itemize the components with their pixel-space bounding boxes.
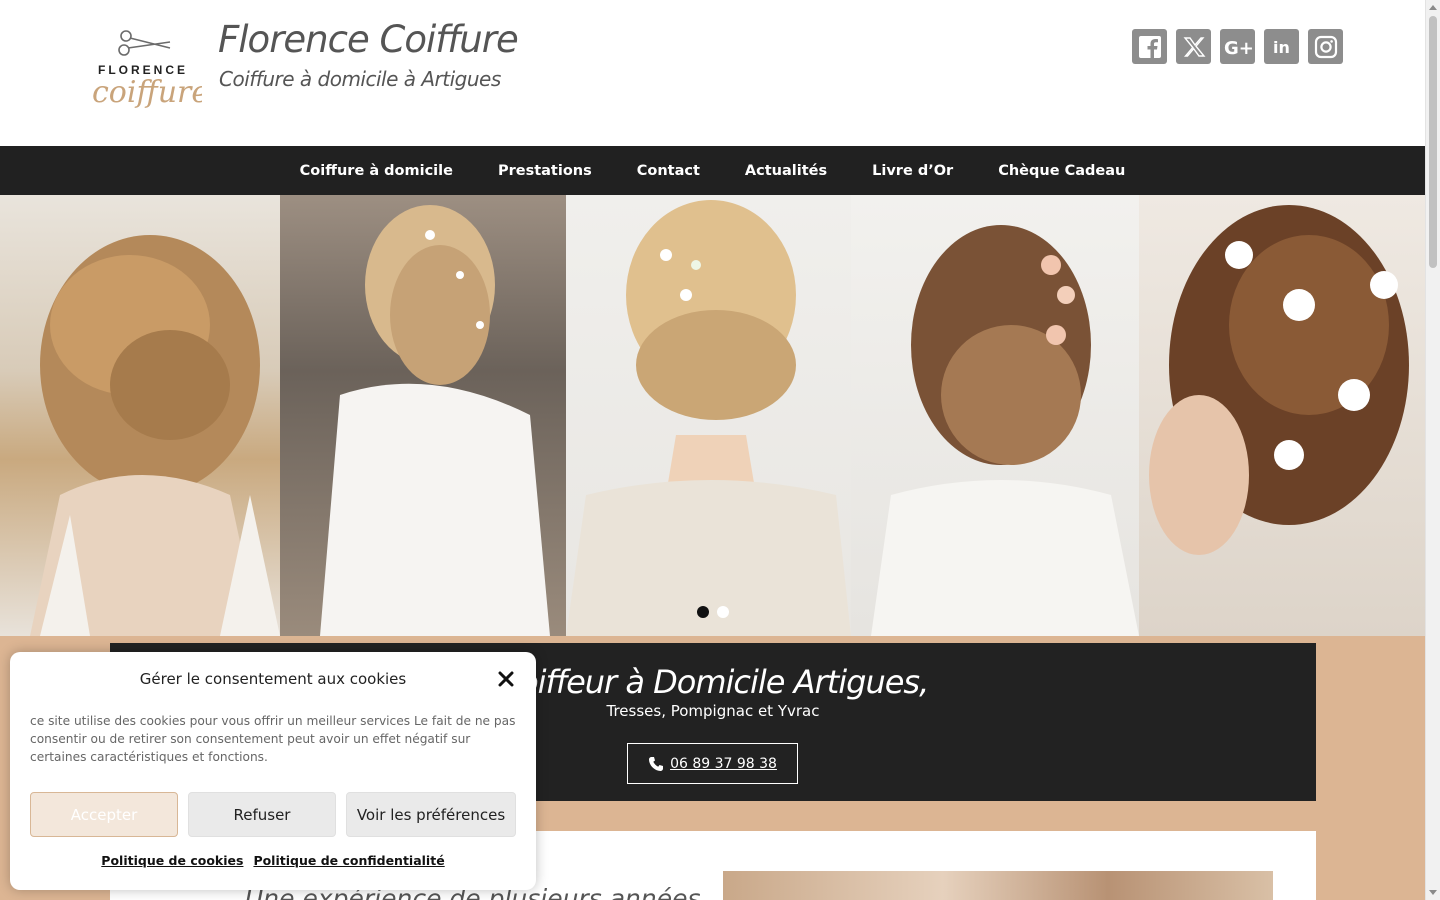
x-icon[interactable] — [1176, 29, 1211, 64]
social-links: G+ in — [1132, 29, 1343, 64]
logo-text-bottom: coiffure — [92, 75, 202, 110]
hero-slider[interactable] — [0, 195, 1425, 636]
svg-text:G+: G+ — [1224, 38, 1252, 57]
accept-button[interactable]: Accepter — [30, 792, 178, 837]
page-scrollbar[interactable] — [1425, 0, 1440, 900]
cookie-consent-modal: Gérer le consentement aux cookies ce sit… — [10, 652, 536, 890]
nav-item-contact[interactable]: Contact — [614, 163, 722, 179]
google-plus-icon[interactable]: G+ — [1220, 29, 1255, 64]
nav-item-coiffure-a-domicile[interactable]: Coiffure à domicile — [277, 163, 475, 179]
scroll-up-icon[interactable] — [1429, 5, 1437, 10]
slider-dot[interactable] — [697, 606, 709, 618]
slider-dots — [697, 606, 729, 618]
cookie-policy-link[interactable]: Politique de cookies — [101, 853, 243, 868]
slider-dot[interactable] — [717, 606, 729, 618]
cookie-title: Gérer le consentement aux cookies — [139, 670, 407, 688]
cookie-description: ce site utilise des cookies pour vous of… — [30, 714, 516, 764]
phone-icon — [649, 756, 664, 771]
instagram-icon[interactable] — [1308, 29, 1343, 64]
preferences-button[interactable]: Voir les préférences — [346, 792, 516, 837]
hairstyle-photo — [851, 195, 1139, 636]
facebook-icon[interactable] — [1132, 29, 1167, 64]
hairstyle-photo — [280, 195, 566, 636]
main-nav: Coiffure à domicile Prestations Contact … — [0, 146, 1425, 195]
site-tagline: Coiffure à domicile à Artigues — [219, 67, 501, 91]
hairstyle-photo — [566, 195, 851, 636]
scroll-down-icon[interactable] — [1429, 890, 1437, 895]
scrollbar-thumb[interactable] — [1429, 16, 1437, 268]
nav-item-prestations[interactable]: Prestations — [475, 163, 614, 179]
refuse-button[interactable]: Refuser — [188, 792, 336, 837]
nav-item-actualites[interactable]: Actualités — [722, 163, 849, 179]
svg-text:in: in — [1273, 38, 1290, 57]
linkedin-icon[interactable]: in — [1264, 29, 1299, 64]
hairstyle-photo — [0, 195, 280, 636]
hairstyle-photo — [1139, 195, 1425, 636]
site-logo[interactable]: FLORENCE coiffure — [90, 24, 209, 116]
experience-image — [723, 871, 1273, 900]
nav-item-livre-dor[interactable]: Livre d’Or — [850, 163, 976, 179]
site-title[interactable]: Florence Coiffure — [218, 18, 519, 61]
nav-item-cheque-cadeau[interactable]: Chèque Cadeau — [976, 163, 1148, 179]
privacy-policy-link[interactable]: Politique de confidentialité — [253, 853, 444, 868]
cookie-policy-links: Politique de cookies Politique de confid… — [10, 853, 536, 868]
close-icon[interactable] — [497, 670, 515, 688]
phone-button[interactable]: 06 89 37 98 38 — [627, 743, 798, 784]
site-header: FLORENCE coiffure Florence Coiffure Coif… — [0, 0, 1425, 146]
phone-number: 06 89 37 98 38 — [670, 755, 777, 772]
